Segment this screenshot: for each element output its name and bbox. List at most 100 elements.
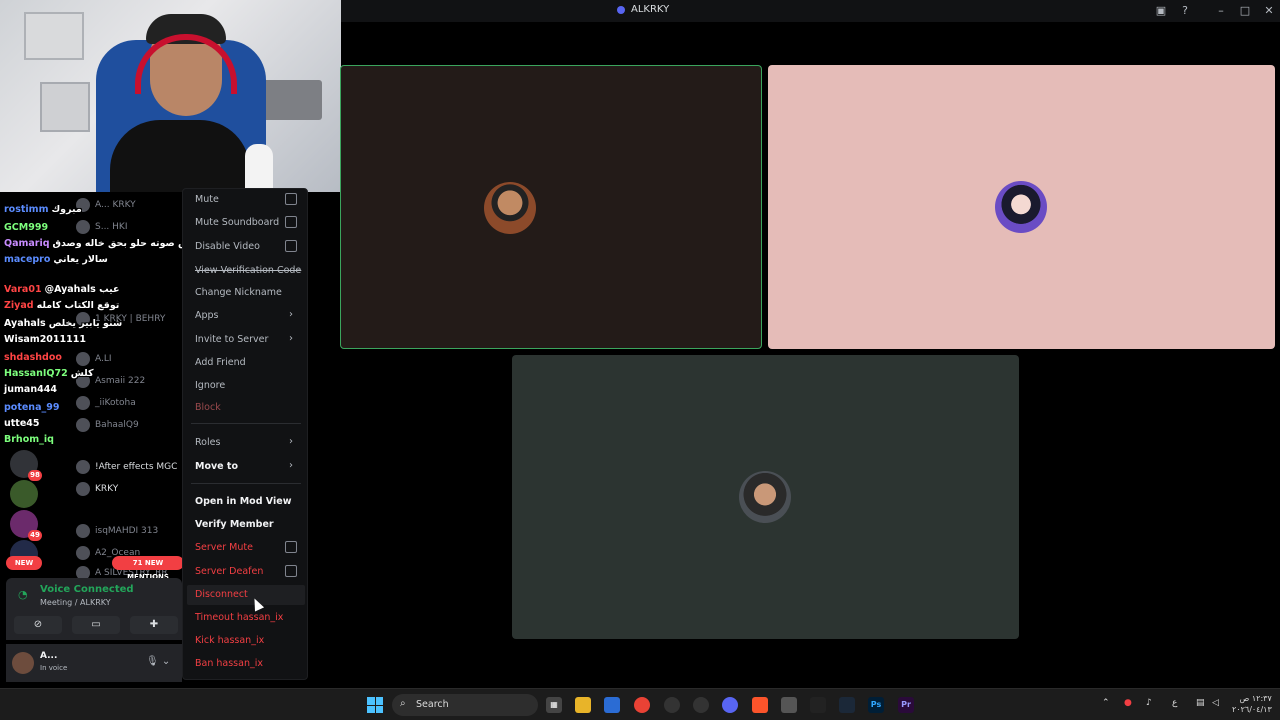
screen: ALKRKY ▣ ? – □ ✕ 98 49 NEW A... KRKY S..… [0, 0, 1280, 720]
discord-logo-icon [617, 6, 625, 14]
clock-date: ٢٠٢٦/٠٤/١٣ [1232, 705, 1272, 714]
microphone-icon[interactable]: 🎙︎ ⌄ [146, 656, 170, 667]
brave-icon[interactable] [752, 697, 768, 713]
photoshop-icon[interactable]: Ps [868, 697, 884, 713]
stream-chat-overlay: rostimm مبروك GCM999 Qamariq احس صوته حلو … [0, 192, 190, 572]
window-title: ALKRKY [631, 4, 670, 15]
steelseries-icon[interactable] [693, 697, 709, 713]
menu-item-roles[interactable]: Roles [195, 437, 220, 448]
screen-share-button[interactable]: ▭ [72, 616, 120, 634]
chat-message: HassanIQ72 كلش [4, 368, 94, 379]
minimize-button[interactable]: – [1213, 3, 1229, 19]
volume-icon[interactable]: ◁ [1212, 698, 1219, 708]
microphone-icon[interactable]: ♪ [1146, 698, 1152, 708]
chat-message: potena_99 [4, 402, 60, 413]
start-button[interactable] [367, 697, 383, 713]
help-icon[interactable]: ? [1177, 3, 1193, 19]
server-mute-checkbox[interactable] [285, 541, 297, 553]
menu-item-invite[interactable]: Invite to Server [195, 334, 268, 345]
mute-checkbox[interactable] [285, 193, 297, 205]
menu-item-block[interactable]: Block [195, 402, 221, 413]
tray-app-icon[interactable]: ● [1124, 698, 1132, 708]
file-explorer-icon[interactable] [575, 697, 591, 713]
play-button-plaque [24, 12, 84, 60]
chrome-icon[interactable] [634, 697, 650, 713]
video-tile-speaking[interactable] [340, 65, 762, 349]
video-off-button[interactable]: ⊘ [14, 616, 62, 634]
chevron-right-icon: › [289, 309, 293, 320]
activities-button[interactable]: ✚ [130, 616, 178, 634]
disable-video-checkbox[interactable] [285, 240, 297, 252]
menu-item-move-to[interactable]: Move to [195, 461, 238, 472]
avatar [995, 181, 1047, 233]
avatar[interactable] [12, 652, 34, 674]
chevron-right-icon: › [289, 333, 293, 344]
app-icon[interactable] [781, 697, 797, 713]
windows-taskbar: ⌕ Search ▦ Ps Pr ⌃ ● ♪ ع ▤ ◁ ١٢:٣٧ ص ٢٠٢… [0, 688, 1280, 720]
menu-item-ignore[interactable]: Ignore [195, 380, 225, 391]
menu-item-ban[interactable]: Ban hassan_ix [195, 658, 263, 669]
store-icon[interactable] [604, 697, 620, 713]
discord-icon[interactable] [722, 697, 738, 713]
menu-item-mute[interactable]: Mute [195, 194, 219, 205]
chat-message: juman444 [4, 384, 57, 395]
video-tile[interactable] [768, 65, 1275, 349]
menu-divider [191, 483, 301, 484]
menu-item-timeout[interactable]: Timeout hassan_ix [195, 612, 283, 623]
server-deafen-checkbox[interactable] [285, 565, 297, 577]
system-clock[interactable]: ١٢:٣٧ ص ٢٠٢٦/٠٤/١٣ [1232, 693, 1272, 715]
user-panel: A... In voice 🎙︎ ⌄ [6, 644, 182, 682]
menu-item-view-verification[interactable]: View Verification Code [195, 265, 301, 276]
app-icon[interactable] [664, 697, 680, 713]
user-status: In voice [40, 664, 68, 672]
search-label: Search [416, 699, 449, 710]
chevron-right-icon: › [289, 460, 293, 471]
language-indicator[interactable]: ع [1172, 698, 1177, 708]
close-button[interactable]: ✕ [1261, 3, 1277, 19]
chat-message: macepro سالار يعاني [4, 254, 108, 265]
streamer-webcam [0, 0, 341, 192]
chat-message: Ayahals شنو يابير يخلص [4, 318, 123, 329]
avatar [484, 182, 536, 234]
inbox-icon[interactable]: ▣ [1153, 3, 1169, 19]
menu-item-mod-view[interactable]: Open in Mod View [195, 496, 291, 507]
menu-item-change-nickname[interactable]: Change Nickname [195, 287, 282, 298]
task-view-icon[interactable]: ▦ [546, 697, 562, 713]
menu-item-disable-video[interactable]: Disable Video [195, 241, 260, 252]
user-name: A... [40, 651, 58, 661]
menu-item-server-mute[interactable]: Server Mute [195, 542, 253, 553]
play-button-plaque [40, 82, 90, 132]
menu-item-disconnect[interactable]: Disconnect [195, 589, 248, 600]
shelf [262, 80, 322, 120]
capcut-icon[interactable] [810, 697, 826, 713]
chat-message: shdashdoo [4, 352, 62, 363]
chevron-up-icon[interactable]: ⌃ [1102, 698, 1110, 708]
new-mentions-pill[interactable]: 71 NEW MENTIONS [112, 556, 184, 581]
chevron-right-icon: › [289, 436, 293, 447]
voice-connection-panel: ◔ Voice Connected Meeting / ALKRKY ⊘ ▭ ✚ [6, 578, 182, 640]
video-tile[interactable] [512, 355, 1019, 639]
menu-item-add-friend[interactable]: Add Friend [195, 357, 246, 368]
signal-icon[interactable]: ◔ [18, 588, 32, 602]
menu-item-apps[interactable]: Apps [195, 310, 219, 321]
menu-item-mute-soundboard[interactable]: Mute Soundboard [195, 217, 279, 228]
network-icon[interactable]: ▤ [1196, 698, 1205, 708]
maximize-button[interactable]: □ [1237, 3, 1253, 19]
chat-message: Ziyad توقع الكتاب كامله [4, 300, 120, 311]
avatar [739, 471, 791, 523]
menu-item-server-deafen[interactable]: Server Deafen [195, 566, 263, 577]
chat-message: Brhom_iq [4, 434, 54, 445]
user-context-menu: Mute Mute Soundboard Disable Video View … [182, 188, 308, 680]
voice-channel[interactable]: Meeting / ALKRKY [40, 598, 111, 607]
microphone [245, 144, 273, 192]
menu-item-kick[interactable]: Kick hassan_ix [195, 635, 264, 646]
taskbar-search[interactable]: ⌕ Search [392, 694, 538, 716]
chat-message: rostimm مبروك [4, 204, 82, 215]
menu-item-verify[interactable]: Verify Member [195, 519, 274, 530]
mute-soundboard-checkbox[interactable] [285, 216, 297, 228]
steam-icon[interactable] [839, 697, 855, 713]
chat-message: Vara01 @Ayahals عيب [4, 284, 120, 295]
chat-message: GCM999 [4, 222, 49, 233]
clock-time: ١٢:٣٧ ص [1239, 694, 1272, 703]
premiere-icon[interactable]: Pr [898, 697, 914, 713]
